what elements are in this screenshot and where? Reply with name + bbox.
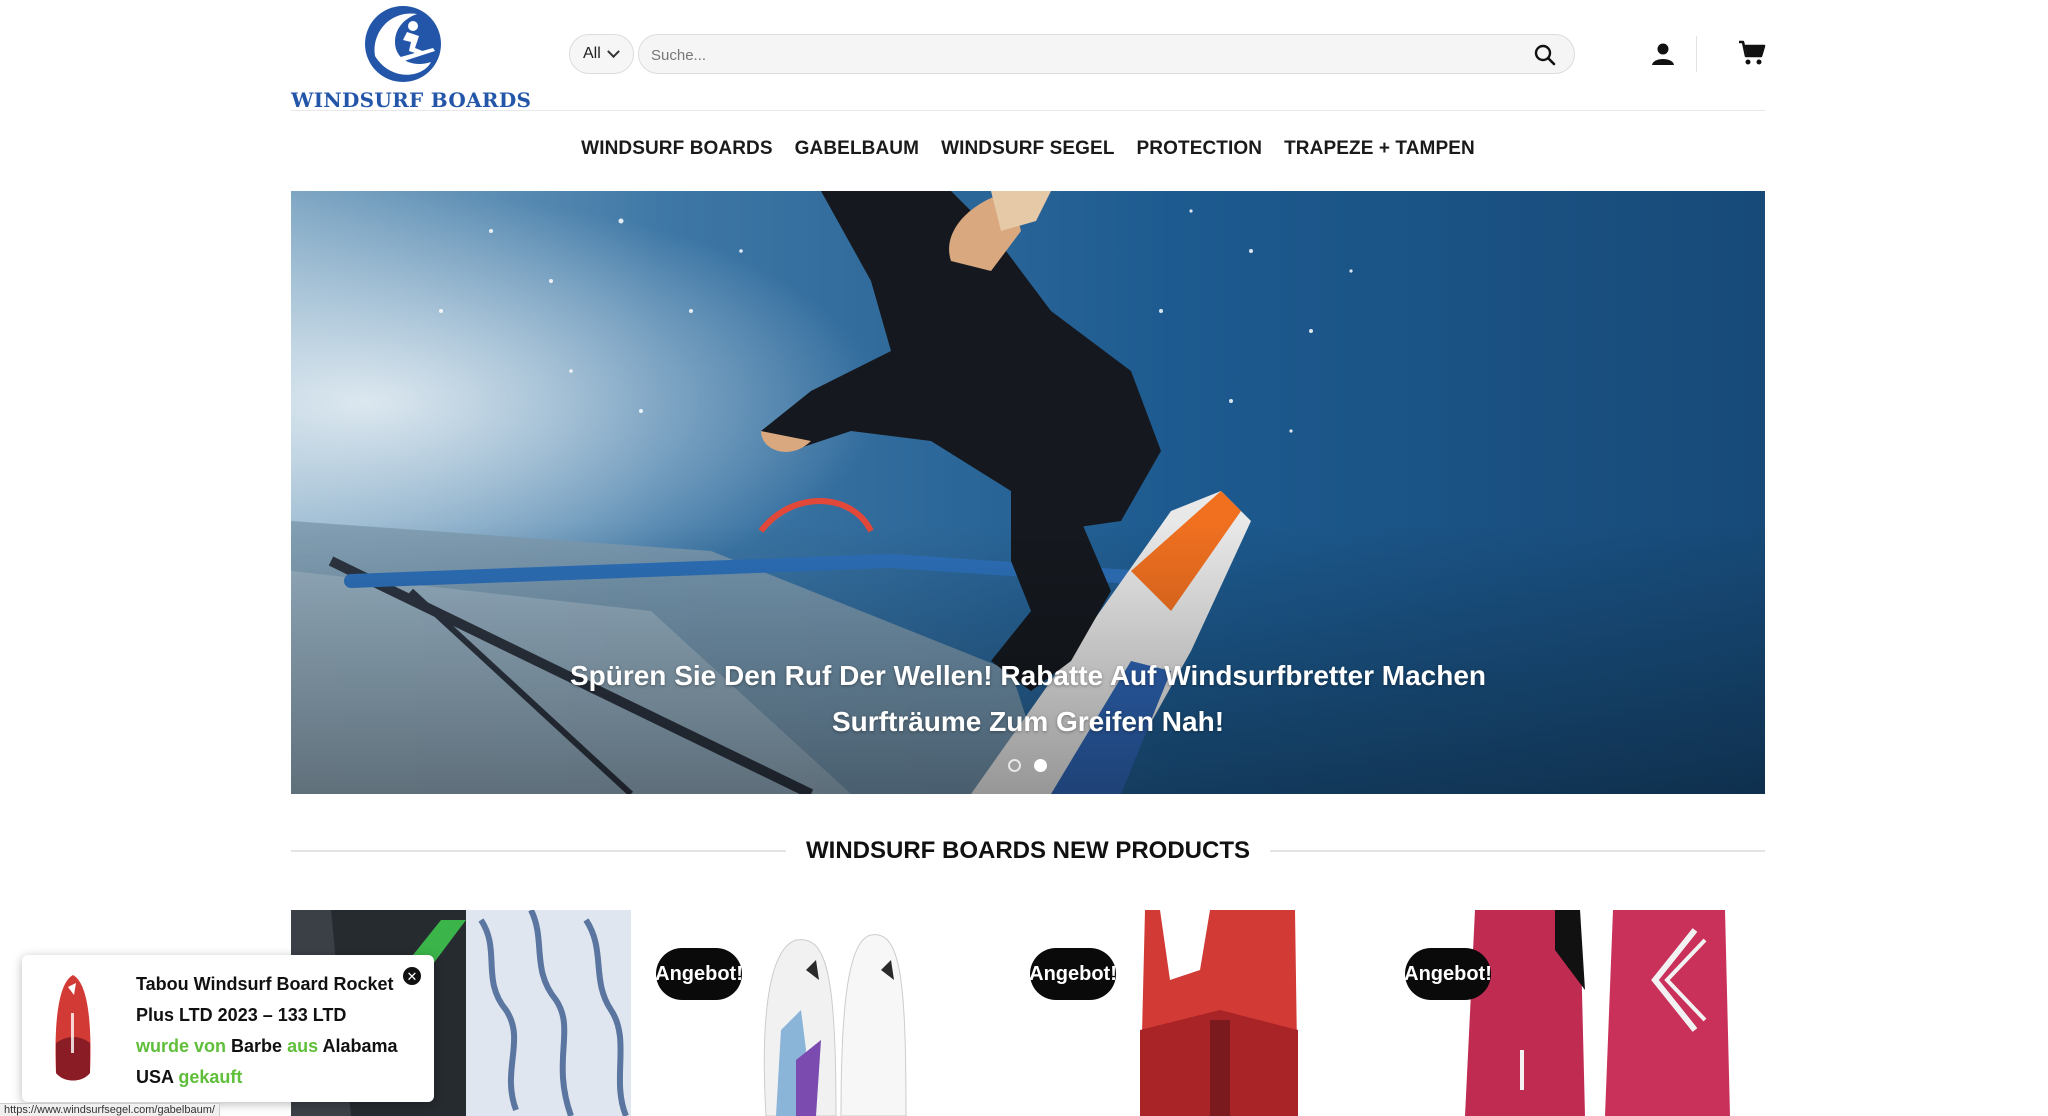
search-input[interactable] — [651, 43, 1511, 67]
product-card[interactable]: Angebot! — [1030, 910, 1360, 1116]
cart-icon[interactable] — [1738, 40, 1766, 66]
sale-badge: Angebot! — [656, 948, 743, 1000]
sale-badge: Angebot! — [1405, 948, 1492, 1000]
search-category-select[interactable]: All — [569, 34, 634, 74]
search-icon[interactable] — [1534, 44, 1556, 66]
popup-text-bought: gekauft — [178, 1067, 243, 1087]
sale-badge: Angebot! — [1030, 948, 1117, 1000]
section-title: WINDSURF BOARDS NEW PRODUCTS — [806, 837, 1250, 864]
chevron-down-icon — [606, 44, 620, 58]
site-logo[interactable]: WINDSURF BOARDS — [291, 0, 532, 112]
product-card[interactable]: Angebot! — [1405, 910, 1765, 1116]
status-bar-url: https://www.windsurfsegel.com/gabelbaum/ — [0, 1103, 220, 1116]
logo-wordmark: WINDSURF BOARDS — [291, 88, 532, 112]
hero-slider[interactable]: Spüren Sie Den Ruf Der Wellen! Rabatte A… — [291, 191, 1765, 794]
product-grid: Angebot! Angebot! Angebot! — [291, 910, 1765, 1116]
nav-item-windsurf-segel[interactable]: WINDSURF SEGEL — [941, 138, 1114, 162]
hero-caption-line1: Spüren Sie Den Ruf Der Wellen! Rabatte A… — [569, 660, 1487, 691]
product-image — [1140, 910, 1298, 1116]
slider-dots — [1008, 759, 1047, 772]
popup-product-name[interactable]: Tabou Windsurf Board Rocket Plus LTD 202… — [136, 974, 394, 1025]
search-category-label: All — [583, 45, 601, 62]
nav-item-protection[interactable]: PROTECTION — [1137, 138, 1263, 162]
slider-dot-1[interactable] — [1008, 759, 1021, 772]
nav-item-windsurf-boards[interactable]: WINDSURF BOARDS — [581, 138, 773, 162]
surfer-wave-logo-icon — [365, 6, 441, 82]
popup-text-bought-by: wurde von — [136, 1036, 227, 1056]
section-divider-right — [1270, 850, 1765, 852]
header-divider — [1696, 36, 1697, 72]
nav-item-trapeze-tampen[interactable]: TRAPEZE + TAMPEN — [1284, 138, 1475, 162]
slider-dot-2[interactable] — [1034, 759, 1047, 772]
main-nav: WINDSURF BOARDS GABELBAUM WINDSURF SEGEL… — [291, 138, 1765, 162]
popup-buyer: Barbe — [231, 1036, 283, 1056]
account-icon[interactable] — [1651, 42, 1675, 66]
search-bar — [638, 34, 1575, 74]
product-image — [763, 934, 907, 1116]
section-divider-left — [291, 850, 786, 852]
hero-caption: Spüren Sie Den Ruf Der Wellen! Rabatte A… — [291, 653, 1765, 745]
hero-caption-line2: Surfträume Zum Greifen Nah! — [831, 706, 1225, 737]
site-header: WINDSURF BOARDS All — [291, 0, 1766, 112]
product-card[interactable]: Angebot! — [656, 910, 986, 1116]
popup-text-from: aus — [287, 1036, 319, 1056]
popup-message: Tabou Windsurf Board Rocket Plus LTD 202… — [136, 969, 411, 1093]
close-icon[interactable]: ✕ — [403, 967, 421, 985]
section-header: WINDSURF BOARDS NEW PRODUCTS — [291, 836, 1765, 866]
recent-purchase-popup[interactable]: Tabou Windsurf Board Rocket Plus LTD 202… — [22, 955, 434, 1102]
nav-item-gabelbaum[interactable]: GABELBAUM — [795, 138, 919, 162]
product-thumbnail — [55, 975, 91, 1081]
product-image — [1465, 910, 1730, 1116]
